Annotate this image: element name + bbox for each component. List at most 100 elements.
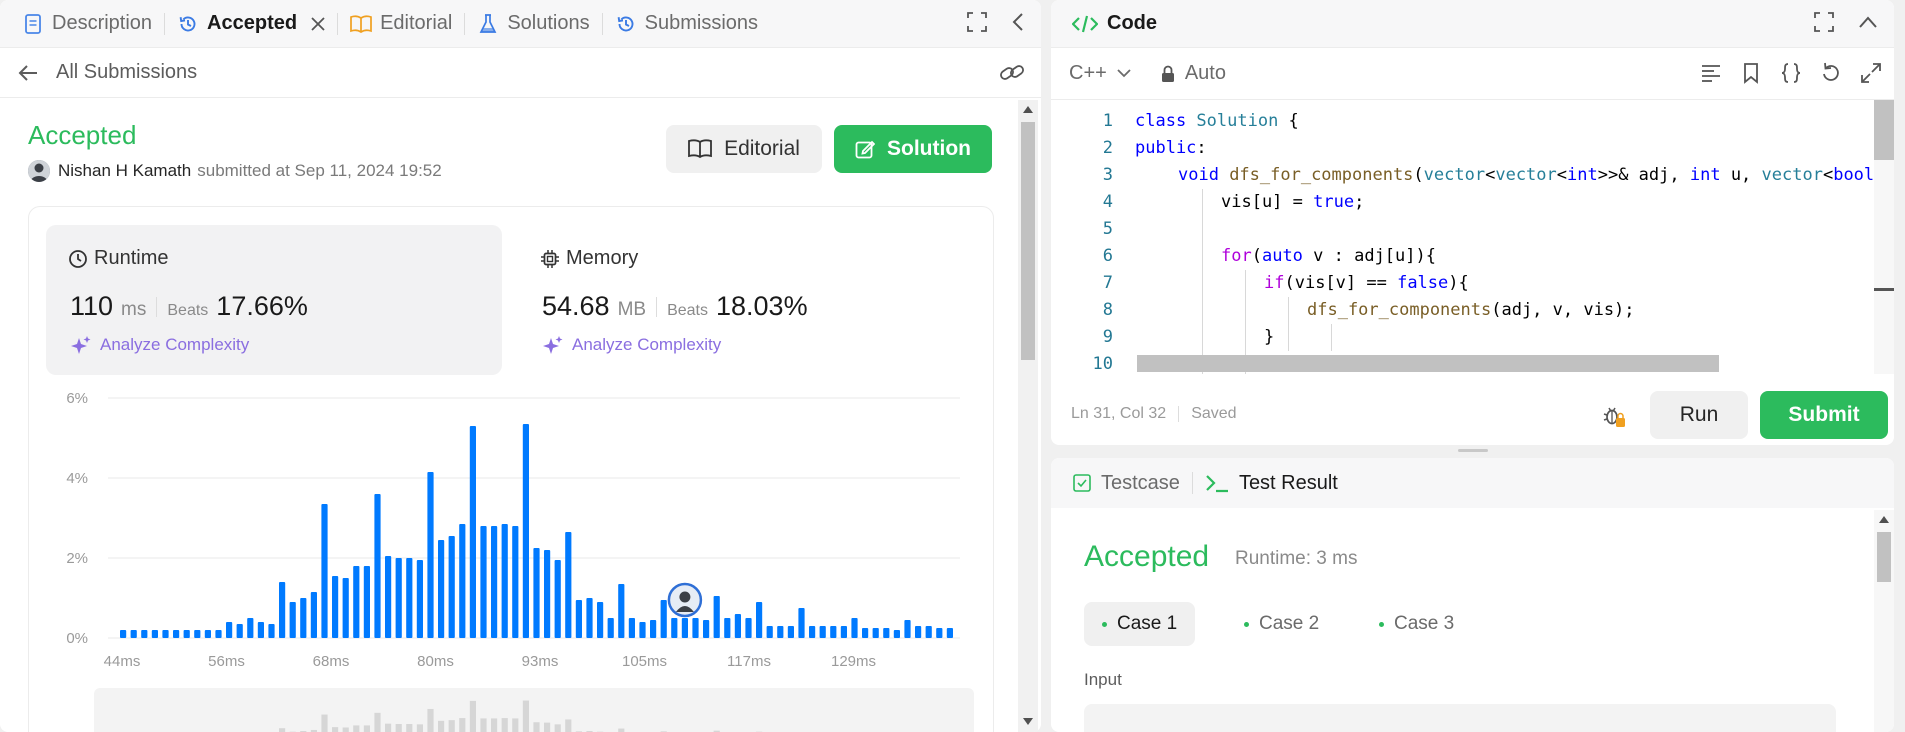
braces-icon[interactable] (1780, 62, 1802, 89)
chart-bar (575, 600, 582, 638)
all-submissions-link[interactable]: All Submissions (56, 61, 197, 84)
avatar-head (679, 591, 691, 603)
result-scrollbar[interactable] (1874, 510, 1894, 732)
tab-submissions[interactable]: Submissions (615, 0, 758, 48)
tab-test-result[interactable]: Test Result (1205, 472, 1338, 495)
result-scrollbar-thumb[interactable] (1877, 532, 1891, 582)
chevron-down-icon (1117, 69, 1131, 78)
case-tab-2[interactable]: Case 2 (1226, 602, 1337, 646)
tab-description[interactable]: Description (22, 0, 152, 48)
chart-bar (692, 618, 699, 638)
chart-bar (151, 630, 158, 638)
scrollbar-thumb[interactable] (1021, 122, 1035, 360)
tab-test-result-label: Test Result (1238, 471, 1338, 494)
bookmark-icon[interactable] (1740, 62, 1762, 89)
line-number: 8 (1102, 300, 1113, 320)
collapse-up-icon[interactable] (1858, 15, 1878, 34)
chart-bar (554, 560, 561, 638)
editor-horizontal-scrollbar[interactable] (1137, 355, 1719, 372)
code-token: { (1278, 111, 1299, 131)
case-1-label: Case 1 (1117, 613, 1178, 634)
collapse-icon[interactable] (1011, 12, 1025, 37)
line-number: 9 (1102, 327, 1113, 347)
overview-bar (321, 714, 328, 732)
memory-beats-value: 18.03% (716, 291, 808, 321)
chart-bar (279, 582, 286, 638)
case-3-label: Case 3 (1394, 613, 1455, 634)
code-token: >>& adj, (1597, 165, 1690, 185)
chart-bar (501, 524, 508, 638)
runtime-value: 110 (70, 291, 114, 321)
fullscreen-icon[interactable] (1860, 62, 1882, 89)
chart-range-overview[interactable] (94, 688, 974, 732)
editor-scrollbar-thumb[interactable] (1874, 100, 1894, 160)
chart-bar (639, 622, 646, 638)
tab-solutions-label: Solutions (507, 12, 590, 34)
back-arrow-icon[interactable] (18, 64, 38, 82)
code-token: int (1567, 165, 1598, 185)
scroll-up-icon[interactable] (1023, 106, 1033, 113)
editor-scrollbar[interactable] (1874, 100, 1894, 374)
chart-bar (321, 504, 328, 638)
chart-bar (141, 630, 148, 638)
chart-bar (226, 622, 233, 638)
scrollbar[interactable] (1018, 100, 1038, 732)
code-token: u, (1720, 165, 1762, 185)
debug-icon[interactable] (1602, 404, 1626, 428)
scroll-up-icon[interactable] (1879, 516, 1889, 523)
sparkle-icon (70, 335, 92, 355)
submission-panel: Description Accepted Editorial Solutions (0, 0, 1041, 732)
run-button[interactable]: Run (1650, 391, 1748, 439)
code-area[interactable]: 1 class Solution {2 public: 3 void dfs_for_c… (1051, 108, 1877, 374)
tab-testcase[interactable]: Testcase (1073, 472, 1180, 495)
chart-bar (480, 526, 487, 638)
overview-bar (353, 725, 360, 732)
chart-bar (353, 566, 360, 638)
format-icon[interactable] (1700, 62, 1722, 89)
language-select[interactable]: C++ (1069, 62, 1131, 85)
case-tab-3[interactable]: Case 3 (1361, 602, 1472, 646)
code-token: : (1196, 138, 1207, 158)
indent-guide (1202, 189, 1203, 374)
x-tick-label: 68ms (313, 653, 350, 670)
tab-solutions[interactable]: Solutions (477, 0, 590, 48)
line-number: 1 (1102, 111, 1113, 131)
code-line: 8 dfs_for_components(adj, v, vis); (1051, 297, 1877, 324)
panel-resize-handle[interactable] (1458, 449, 1488, 452)
scroll-down-icon[interactable] (1023, 718, 1033, 725)
code-token: Solution (1196, 111, 1279, 131)
solution-button[interactable]: Solution (834, 125, 992, 173)
editorial-button[interactable]: Editorial (666, 125, 822, 173)
maximize-icon[interactable] (1814, 12, 1834, 37)
runtime-metric[interactable]: Runtime 110 ms Beats 17.66% Analyze Comp… (46, 225, 502, 375)
reset-icon[interactable] (1820, 62, 1842, 89)
overview-bar (332, 727, 339, 732)
chart-bar (427, 472, 434, 638)
case-tab-1[interactable]: Case 1 (1084, 602, 1196, 646)
memory-analyze-link[interactable]: Analyze Complexity (542, 335, 721, 355)
autocomplete-mode[interactable]: Auto (1161, 62, 1226, 85)
author-name[interactable]: Nishan H Kamath (58, 161, 191, 181)
chart-bar (734, 614, 741, 638)
tab-accepted[interactable]: Accepted (177, 0, 325, 48)
runtime-analyze-link[interactable]: Analyze Complexity (70, 335, 249, 355)
x-tick-label: 56ms (208, 653, 245, 670)
close-icon[interactable] (311, 16, 325, 31)
maximize-icon[interactable] (967, 12, 987, 37)
overview-bar (374, 712, 381, 732)
code-token: vector (1761, 165, 1823, 185)
language-value: C++ (1069, 62, 1107, 84)
code-icon (1071, 13, 1099, 35)
submit-button[interactable]: Submit (1760, 391, 1888, 439)
link-icon[interactable] (999, 62, 1025, 89)
chart-bar (946, 628, 953, 638)
tab-editorial[interactable]: Editorial (350, 0, 452, 48)
tab-code[interactable]: Code (1071, 0, 1157, 48)
chart-bar (268, 624, 275, 638)
tab-description-label: Description (52, 12, 153, 34)
memory-metric[interactable]: Memory 54.68 MB Beats 18.03% Analyze Com… (518, 225, 974, 375)
chart-bar (819, 626, 826, 638)
code-token: true (1313, 192, 1355, 212)
code-line: 9} (1051, 324, 1877, 351)
tab-divider (601, 12, 603, 35)
